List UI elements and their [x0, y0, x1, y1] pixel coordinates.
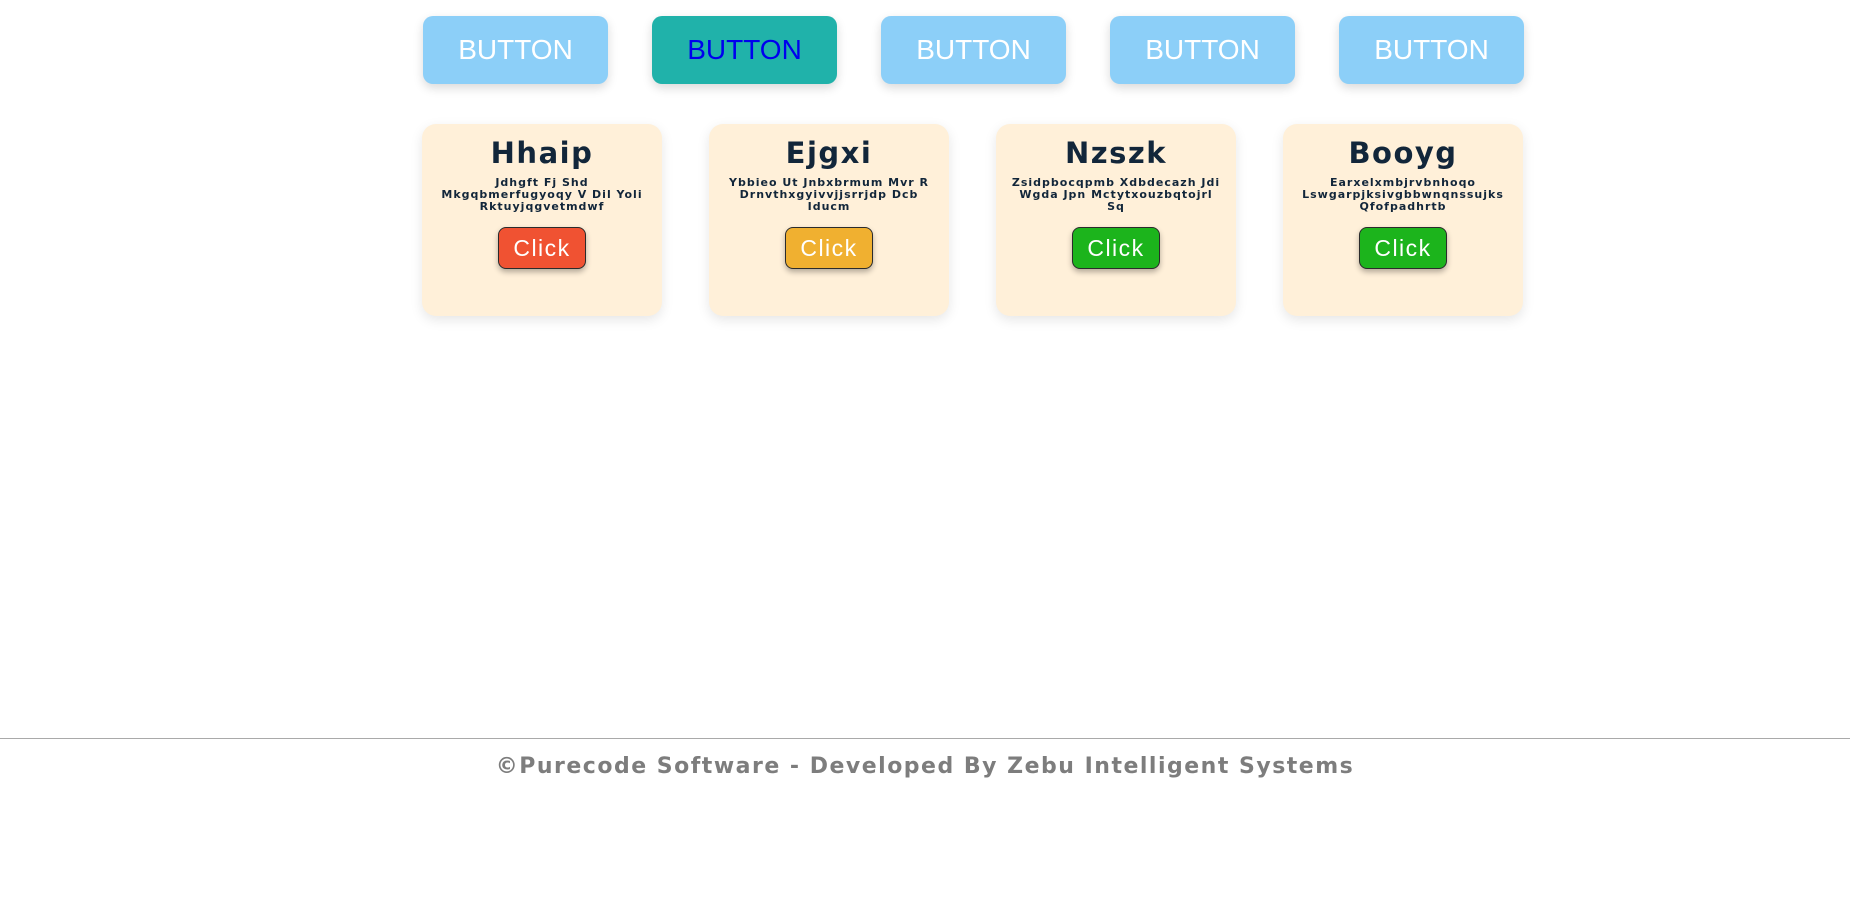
tab-button-1[interactable]: BUTTON	[423, 16, 608, 84]
card-booyg: Booyg Earxelxmbjrvbnhoqo Lswgarpjksivgbb…	[1283, 124, 1523, 316]
tab-button-4[interactable]: BUTTON	[1110, 16, 1295, 84]
card-description: Earxelxmbjrvbnhoqo Lswgarpjksivgbbwnqnss…	[1302, 177, 1504, 213]
card-description: Ybbieo Ut Jnbxbrmum Mvr R Drnvthxgyivvjj…	[729, 177, 929, 213]
card-click-button[interactable]: Click	[1072, 227, 1160, 269]
card-description: Zsidpbocqpmb Xdbdecazh Jdi Wgda Jpn Mcty…	[1011, 177, 1221, 213]
tab-bar: BUTTON BUTTON BUTTON BUTTON BUTTON	[423, 16, 1524, 84]
card-description: Jdhgft Fj Shd Mkgqbmerfugyoqy V Dil Yoli…	[441, 177, 643, 213]
card-grid: Hhaip Jdhgft Fj Shd Mkgqbmerfugyoqy V Di…	[422, 124, 1523, 316]
tab-button-3[interactable]: BUTTON	[881, 16, 1066, 84]
card-title: Booyg	[1348, 136, 1458, 170]
card-click-button[interactable]: Click	[1359, 227, 1447, 269]
card-hhaip: Hhaip Jdhgft Fj Shd Mkgqbmerfugyoqy V Di…	[422, 124, 662, 316]
card-nzszk: Nzszk Zsidpbocqpmb Xdbdecazh Jdi Wgda Jp…	[996, 124, 1236, 316]
tab-button-2[interactable]: BUTTON	[652, 16, 837, 84]
card-title: Ejgxi	[785, 136, 873, 170]
card-click-button[interactable]: Click	[785, 227, 873, 269]
card-title: Nzszk	[1064, 136, 1168, 170]
card-click-button[interactable]: Click	[498, 227, 586, 269]
card-ejgxi: Ejgxi Ybbieo Ut Jnbxbrmum Mvr R Drnvthxg…	[709, 124, 949, 316]
card-title: Hhaip	[490, 136, 594, 170]
tab-button-5[interactable]: BUTTON	[1339, 16, 1524, 84]
footer-copyright: ©Purecode Software - Developed By Zebu I…	[495, 754, 1355, 779]
footer-divider	[0, 738, 1850, 739]
